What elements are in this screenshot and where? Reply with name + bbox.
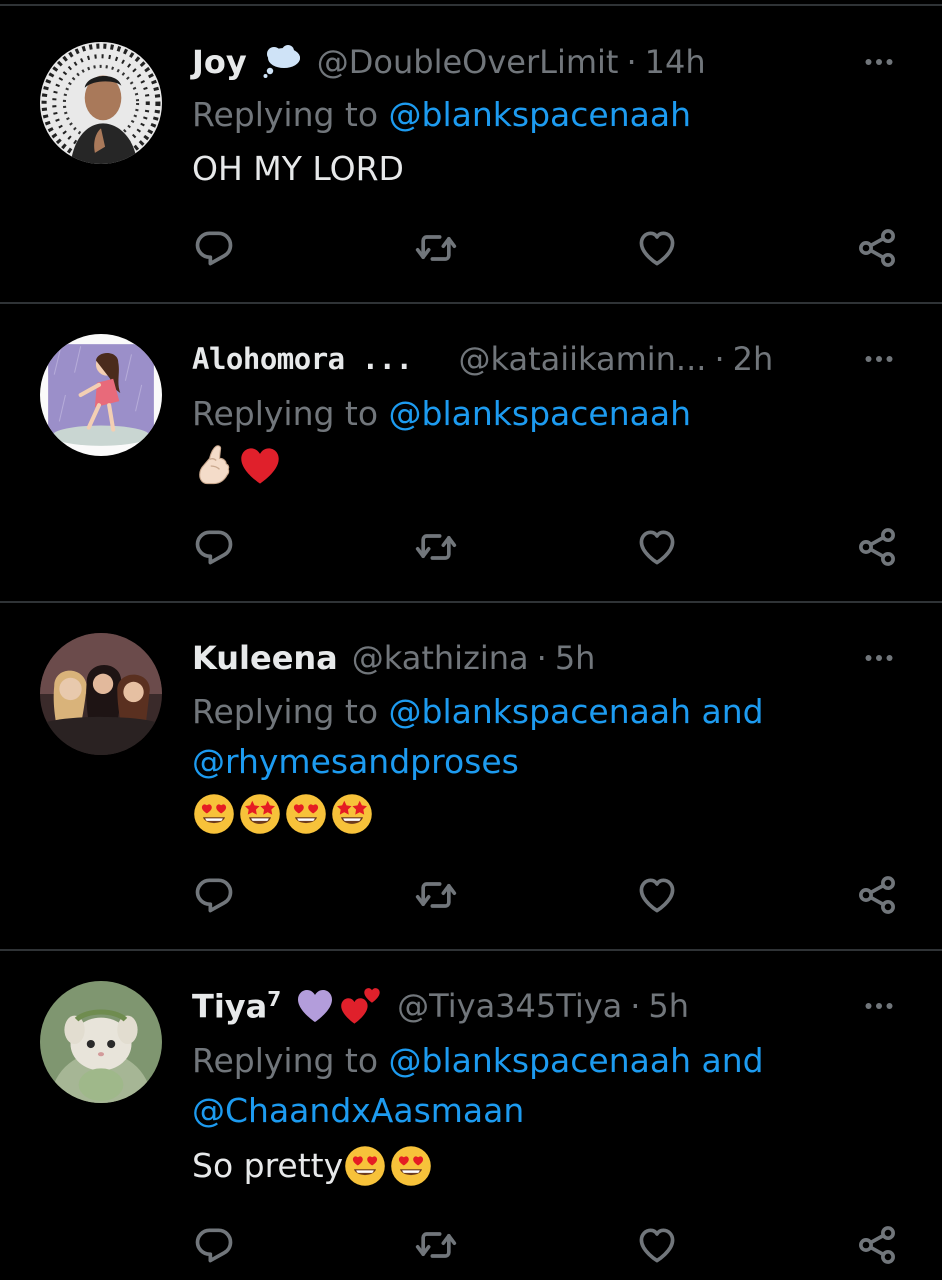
timestamp[interactable]: 5h <box>648 987 689 1025</box>
display-name[interactable]: Tiya7 <box>192 987 281 1026</box>
replying-to: Replying to @blankspacenaah <box>192 90 912 140</box>
tweet-text <box>192 444 284 488</box>
like-icon[interactable] <box>633 1221 681 1269</box>
display-name[interactable]: Kuleena <box>192 639 338 677</box>
replying-label: Replying to <box>192 95 389 134</box>
heart-eyes-emoji <box>389 1144 433 1188</box>
mention-link[interactable]: @blankspacenaah <box>389 95 691 134</box>
share-icon[interactable] <box>853 224 901 272</box>
timestamp[interactable]: 2h <box>733 340 774 378</box>
replying-to: Replying to @blankspacenaah <box>192 389 912 439</box>
pinched-fingers-emoji <box>192 444 236 488</box>
two-hearts-icon <box>339 984 383 1028</box>
retweet-icon[interactable] <box>412 224 460 272</box>
tweet-header: Alohomora ... @kataiikamin... · 2h <box>192 334 872 384</box>
reply-icon[interactable] <box>190 1221 238 1269</box>
tweet-text: So pretty <box>192 1141 435 1191</box>
more-icon[interactable] <box>854 334 904 384</box>
replying-to: Replying to @blankspacenaah and @ChaandxA… <box>192 1036 912 1136</box>
user-handle[interactable]: @kataiikamin... <box>458 340 706 378</box>
tweet-text <box>192 792 376 836</box>
divider <box>0 601 942 603</box>
star-struck-emoji <box>330 792 374 836</box>
tweet-tiya[interactable]: Tiya7 @Tiya345Tiya · 5h Replying to @bla… <box>0 981 942 1280</box>
reply-icon[interactable] <box>190 871 238 919</box>
avatar[interactable] <box>40 633 162 755</box>
timestamp[interactable]: 14h <box>645 43 706 81</box>
display-name[interactable]: Alohomora ... <box>192 342 413 376</box>
red-heart-emoji <box>238 444 282 488</box>
heart-eyes-emoji <box>284 792 328 836</box>
separator-dot: · <box>626 43 637 81</box>
timestamp[interactable]: 5h <box>555 639 596 677</box>
replying-label: Replying to <box>192 692 389 731</box>
share-icon[interactable] <box>853 523 901 571</box>
thought-bubble-icon <box>261 45 303 79</box>
mention-link[interactable]: @blankspacenaah <box>389 394 691 433</box>
divider <box>0 302 942 304</box>
separator-dot: · <box>630 987 641 1025</box>
tweet-kuleena[interactable]: Kuleena @kathizina · 5h Replying to @bla… <box>0 633 942 949</box>
retweet-icon[interactable] <box>412 523 460 571</box>
tweet-header: Tiya7 @Tiya345Tiya · 5h <box>192 981 872 1031</box>
mention-and: and <box>691 692 764 731</box>
star-struck-emoji <box>238 792 282 836</box>
mention-link[interactable]: @ChaandxAasmaan <box>192 1091 524 1130</box>
more-icon[interactable] <box>854 37 904 87</box>
share-icon[interactable] <box>853 871 901 919</box>
tweet-actions <box>0 1221 942 1271</box>
tweet-header: Kuleena @kathizina · 5h <box>192 633 872 683</box>
more-icon[interactable] <box>854 981 904 1031</box>
divider <box>0 4 942 6</box>
reply-icon[interactable] <box>190 523 238 571</box>
avatar[interactable] <box>40 981 162 1103</box>
reply-icon[interactable] <box>190 224 238 272</box>
share-icon[interactable] <box>853 1221 901 1269</box>
avatar[interactable] <box>40 42 162 164</box>
heart-eyes-emoji <box>343 1144 387 1188</box>
tweet-actions <box>0 224 942 274</box>
replying-label: Replying to <box>192 394 389 433</box>
purple-heart-icon <box>295 986 335 1026</box>
like-icon[interactable] <box>633 871 681 919</box>
more-icon[interactable] <box>854 633 904 683</box>
like-icon[interactable] <box>633 224 681 272</box>
heart-eyes-emoji <box>192 792 236 836</box>
replying-label: Replying to <box>192 1041 389 1080</box>
user-handle[interactable]: @Tiya345Tiya <box>397 987 622 1025</box>
divider <box>0 949 942 951</box>
tweet-alohomora[interactable]: Alohomora ... @kataiikamin... · 2h Reply… <box>0 334 942 600</box>
mention-link[interactable]: @blankspacenaah <box>389 1041 691 1080</box>
avatar[interactable] <box>40 334 162 456</box>
name-superscript: 7 <box>267 986 282 1011</box>
tweet-joy[interactable]: Joy @DoubleOverLimit · 14h Replying to @… <box>0 37 942 303</box>
display-name-text: Tiya <box>192 987 268 1026</box>
like-icon[interactable] <box>633 523 681 571</box>
separator-dot: · <box>714 340 725 378</box>
user-handle[interactable]: @DoubleOverLimit <box>317 43 619 81</box>
tweet-text-content: So pretty <box>192 1146 344 1185</box>
tweet-actions <box>0 523 942 573</box>
mention-link[interactable]: @blankspacenaah <box>389 692 691 731</box>
separator-dot: · <box>536 639 547 677</box>
tweet-header: Joy @DoubleOverLimit · 14h <box>192 37 872 87</box>
tweet-text: OH MY LORD <box>192 149 404 188</box>
user-handle[interactable]: @kathizina <box>352 639 529 677</box>
tweet-actions <box>0 871 942 921</box>
retweet-icon[interactable] <box>412 1221 460 1269</box>
mention-and: and <box>691 1041 764 1080</box>
replying-to: Replying to @blankspacenaah and @rhymesan… <box>192 687 912 787</box>
display-name[interactable]: Joy <box>192 43 247 81</box>
retweet-icon[interactable] <box>412 871 460 919</box>
mention-link[interactable]: @rhymesandproses <box>192 742 519 781</box>
